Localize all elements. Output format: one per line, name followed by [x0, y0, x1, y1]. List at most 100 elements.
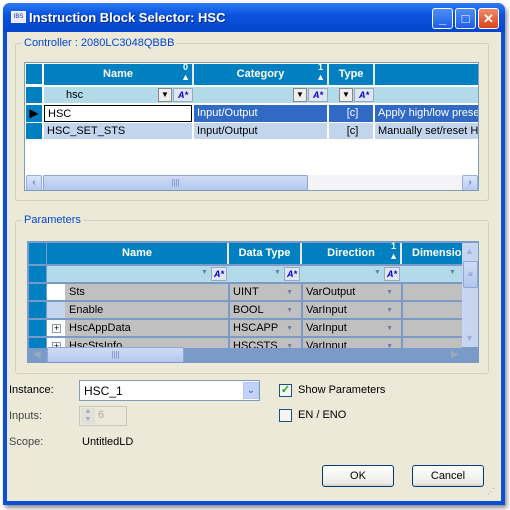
window-title: Instruction Block Selector: HSC: [29, 10, 226, 25]
row-description[interactable]: Manually set/reset HS: [375, 123, 478, 139]
show-parameters-label: Show Parameters: [298, 384, 386, 396]
corner-header: [29, 243, 46, 264]
filter-font-icon[interactable]: A*: [284, 267, 300, 281]
filter-font-icon[interactable]: A*: [211, 267, 227, 281]
param-dimension[interactable]: [403, 320, 462, 336]
scroll-thumb[interactable]: ≡: [463, 261, 478, 288]
param-dimension[interactable]: [403, 302, 462, 318]
scroll-up-icon[interactable]: ▲: [465, 246, 474, 256]
scroll-left-icon[interactable]: ◀: [33, 349, 41, 360]
dropdown-icon: ▼: [286, 289, 293, 296]
filter-dropdown-icon[interactable]: ▼: [274, 269, 281, 276]
dropdown-icon: ▼: [386, 307, 393, 314]
dropdown-icon: ▼: [286, 307, 293, 314]
sort-indicator: 1 ▲: [389, 241, 398, 261]
en-eno-label: EN / ENO: [298, 409, 347, 421]
controller-label: Controller : 2080LC3048QBBB: [24, 37, 175, 49]
filter-dropdown-icon[interactable]: ▼: [449, 269, 456, 276]
column-header-name[interactable]: Name: [47, 243, 229, 264]
filter-dropdown-icon[interactable]: ▼: [158, 88, 172, 102]
param-name[interactable]: HscAppData: [65, 320, 228, 336]
row-header: [29, 266, 46, 282]
inputs-spinner[interactable]: ▲ ▼ 6: [79, 406, 127, 426]
close-button[interactable]: ✕: [478, 8, 499, 29]
instruction-grid: Name 0 ▲ Category 1 ▲ Type hsc ▼ A* ▼ A* ▼ A…: [24, 62, 479, 191]
scroll-down-icon[interactable]: ▼: [465, 333, 474, 343]
maximize-button[interactable]: □: [455, 8, 476, 29]
column-header-dimension[interactable]: Dimensio: [402, 243, 462, 264]
param-name[interactable]: Sts: [65, 284, 228, 300]
scroll-right-icon[interactable]: ›: [462, 175, 478, 190]
ok-button[interactable]: OK: [322, 465, 394, 487]
instance-label: Instance:: [9, 384, 54, 396]
filter-font-icon[interactable]: A*: [308, 88, 328, 102]
instance-combobox[interactable]: HSC_1 ⌄: [79, 380, 260, 401]
row-header: [29, 320, 46, 336]
filter-dropdown-icon[interactable]: ▼: [293, 88, 307, 102]
horizontal-scrollbar[interactable]: ◀ |||| ▶: [29, 347, 462, 362]
resize-grip-icon[interactable]: ⋰: [487, 487, 495, 496]
column-header-type[interactable]: Type: [329, 64, 375, 85]
en-eno-checkbox[interactable]: [279, 409, 292, 422]
header-label: Category: [236, 68, 285, 80]
param-data-type[interactable]: HSCAPP ▼: [230, 320, 301, 336]
cancel-button[interactable]: Cancel: [412, 465, 484, 487]
column-header-description[interactable]: [375, 64, 478, 85]
filter-dropdown-icon[interactable]: ▼: [374, 269, 381, 276]
scope-value: UntitledLD: [82, 436, 134, 448]
param-data-type[interactable]: UINT ▼: [230, 284, 301, 300]
title-bar[interactable]: IBS Instruction Block Selector: HSC _ □ …: [3, 3, 505, 32]
header-label: Name: [103, 68, 133, 80]
row-description[interactable]: Apply high/low prese: [375, 105, 478, 122]
expand-plus-icon[interactable]: +: [52, 324, 61, 333]
row-header: [26, 87, 42, 103]
row-name[interactable]: HSC: [44, 105, 192, 122]
inputs-value: 6: [98, 409, 105, 421]
row-category[interactable]: Input/Output: [194, 123, 327, 139]
dropdown-icon: ▼: [286, 325, 293, 332]
chevron-down-icon[interactable]: ⌄: [243, 382, 259, 399]
row-header: [29, 284, 46, 300]
expand-cell: [47, 302, 65, 318]
parameters-grid: Name Data Type Direction 1 ▲ Dimensio ▼ A*…: [27, 241, 479, 363]
spinner-arrows-icon[interactable]: ▲ ▼: [81, 408, 95, 424]
filter-font-icon[interactable]: A*: [384, 267, 400, 281]
dropdown-icon: ▼: [386, 289, 393, 296]
row-name[interactable]: HSC_SET_STS: [44, 123, 192, 139]
param-direction[interactable]: VarOutput ▼: [303, 284, 401, 300]
function-block-icon[interactable]: [c]: [329, 123, 373, 139]
param-dimension[interactable]: [403, 284, 462, 300]
param-direction[interactable]: VarInput ▼: [303, 320, 401, 336]
vertical-scrollbar[interactable]: ▲ ≡ ▼: [462, 243, 478, 347]
param-direction[interactable]: VarInput ▼: [303, 302, 401, 318]
filter-font-icon[interactable]: A*: [173, 88, 193, 102]
param-data-type[interactable]: BOOL ▼: [230, 302, 301, 318]
scroll-thumb[interactable]: ||||: [43, 175, 308, 190]
show-parameters-checkbox[interactable]: ✓: [279, 384, 292, 397]
minimize-button[interactable]: _: [432, 8, 453, 29]
row-category[interactable]: Input/Output: [194, 105, 327, 122]
scope-label: Scope:: [9, 436, 44, 448]
expand-cell[interactable]: +: [47, 320, 65, 336]
name-filter-input[interactable]: hsc: [63, 87, 83, 103]
column-header-direction[interactable]: Direction 1 ▲: [302, 241, 402, 264]
corner-header: [26, 64, 42, 84]
column-header-name[interactable]: Name 0 ▲: [44, 63, 194, 85]
inputs-label: Inputs:: [9, 410, 43, 422]
filter-dropdown-icon[interactable]: ▼: [201, 269, 208, 276]
function-block-icon[interactable]: [c]: [329, 105, 373, 122]
filter-dropdown-icon[interactable]: ▼: [339, 88, 353, 102]
expand-cell: [47, 284, 65, 300]
param-name[interactable]: Enable: [65, 302, 228, 318]
column-header-category[interactable]: Category 1 ▲: [194, 63, 329, 85]
current-row-indicator-icon: ▶: [26, 105, 42, 122]
row-header: [29, 302, 46, 318]
filter-font-icon[interactable]: A*: [354, 88, 374, 102]
scroll-right-icon[interactable]: ▶: [451, 349, 459, 360]
horizontal-scrollbar[interactable]: ‹ |||| ›: [26, 175, 478, 190]
scroll-thumb[interactable]: ||||: [47, 347, 184, 362]
scroll-left-icon[interactable]: ‹: [26, 175, 42, 190]
column-header-data-type[interactable]: Data Type: [229, 243, 302, 264]
parameters-label: Parameters: [24, 214, 81, 226]
dropdown-icon: ▼: [386, 325, 393, 332]
